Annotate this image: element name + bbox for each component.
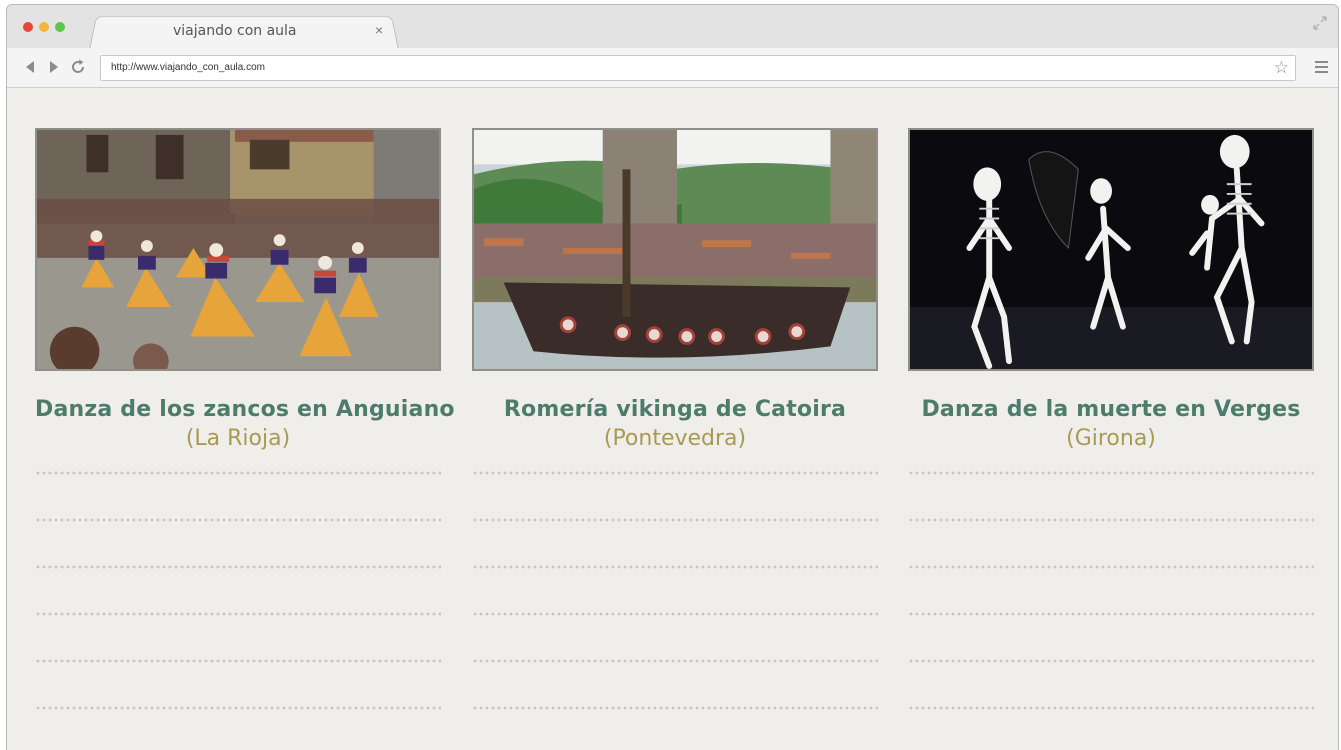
writing-lines (35, 471, 441, 710)
dotted-line (35, 659, 441, 663)
menu-icon[interactable] (1315, 61, 1328, 76)
card-title: Romería vikinga de Catoira (503, 397, 847, 422)
bookmark-star-icon[interactable]: ☆ (1274, 59, 1289, 76)
back-arrow-icon[interactable] (21, 57, 39, 77)
maximize-window-button[interactable] (55, 22, 65, 32)
browser-window: viajando con aula × http://www.viajando_… (6, 4, 1339, 750)
writing-lines (908, 471, 1314, 710)
card-title: Danza de los zancos en Anguiano (35, 397, 455, 422)
reload-icon[interactable] (69, 57, 87, 77)
window-controls (23, 22, 65, 32)
tab-bar: viajando con aula × (7, 5, 1338, 50)
dotted-line (472, 612, 878, 616)
dotted-line (472, 659, 878, 663)
dotted-line (908, 471, 1314, 475)
photo-skeleton-dancers (908, 128, 1314, 371)
card-verges: Danza de la muerte en Verges (Girona) (908, 128, 1314, 750)
card-title: Danza de la muerte en Verges (921, 397, 1301, 422)
minimize-window-button[interactable] (39, 22, 49, 32)
dotted-line (908, 659, 1314, 663)
tab-close-button[interactable]: × (375, 22, 383, 38)
dotted-line (472, 706, 878, 710)
browser-toolbar: http://www.viajando_con_aula.com ☆ (7, 48, 1338, 88)
dotted-line (472, 565, 878, 569)
card-catoira: Romería vikinga de Catoira (Pontevedra) (472, 128, 878, 750)
photo-stilt-dancers (35, 128, 441, 371)
dotted-line (35, 518, 441, 522)
photo-viking-ship (472, 128, 878, 371)
page-content: Danza de los zancos en Anguiano (La Rioj… (7, 89, 1338, 750)
dotted-line (472, 471, 878, 475)
dotted-line (35, 565, 441, 569)
dotted-line (908, 706, 1314, 710)
close-window-button[interactable] (23, 22, 33, 32)
card-anguiano: Danza de los zancos en Anguiano (La Rioj… (35, 128, 455, 750)
address-bar[interactable]: http://www.viajando_con_aula.com ☆ (100, 55, 1296, 81)
dotted-line (35, 612, 441, 616)
dotted-line (472, 518, 878, 522)
tab-title: viajando con aula (173, 23, 297, 39)
fullscreen-icon[interactable] (1312, 15, 1328, 31)
card-region: (Pontevedra) (603, 426, 747, 451)
dotted-line (35, 471, 441, 475)
dotted-line (35, 706, 441, 710)
card-region: (La Rioja) (185, 426, 291, 451)
dotted-line (908, 518, 1314, 522)
dotted-line (908, 565, 1314, 569)
forward-arrow-icon[interactable] (45, 57, 63, 77)
url-text: http://www.viajando_con_aula.com (111, 62, 265, 73)
dotted-line (908, 612, 1314, 616)
card-region: (Girona) (1066, 426, 1156, 451)
writing-lines (472, 471, 878, 710)
